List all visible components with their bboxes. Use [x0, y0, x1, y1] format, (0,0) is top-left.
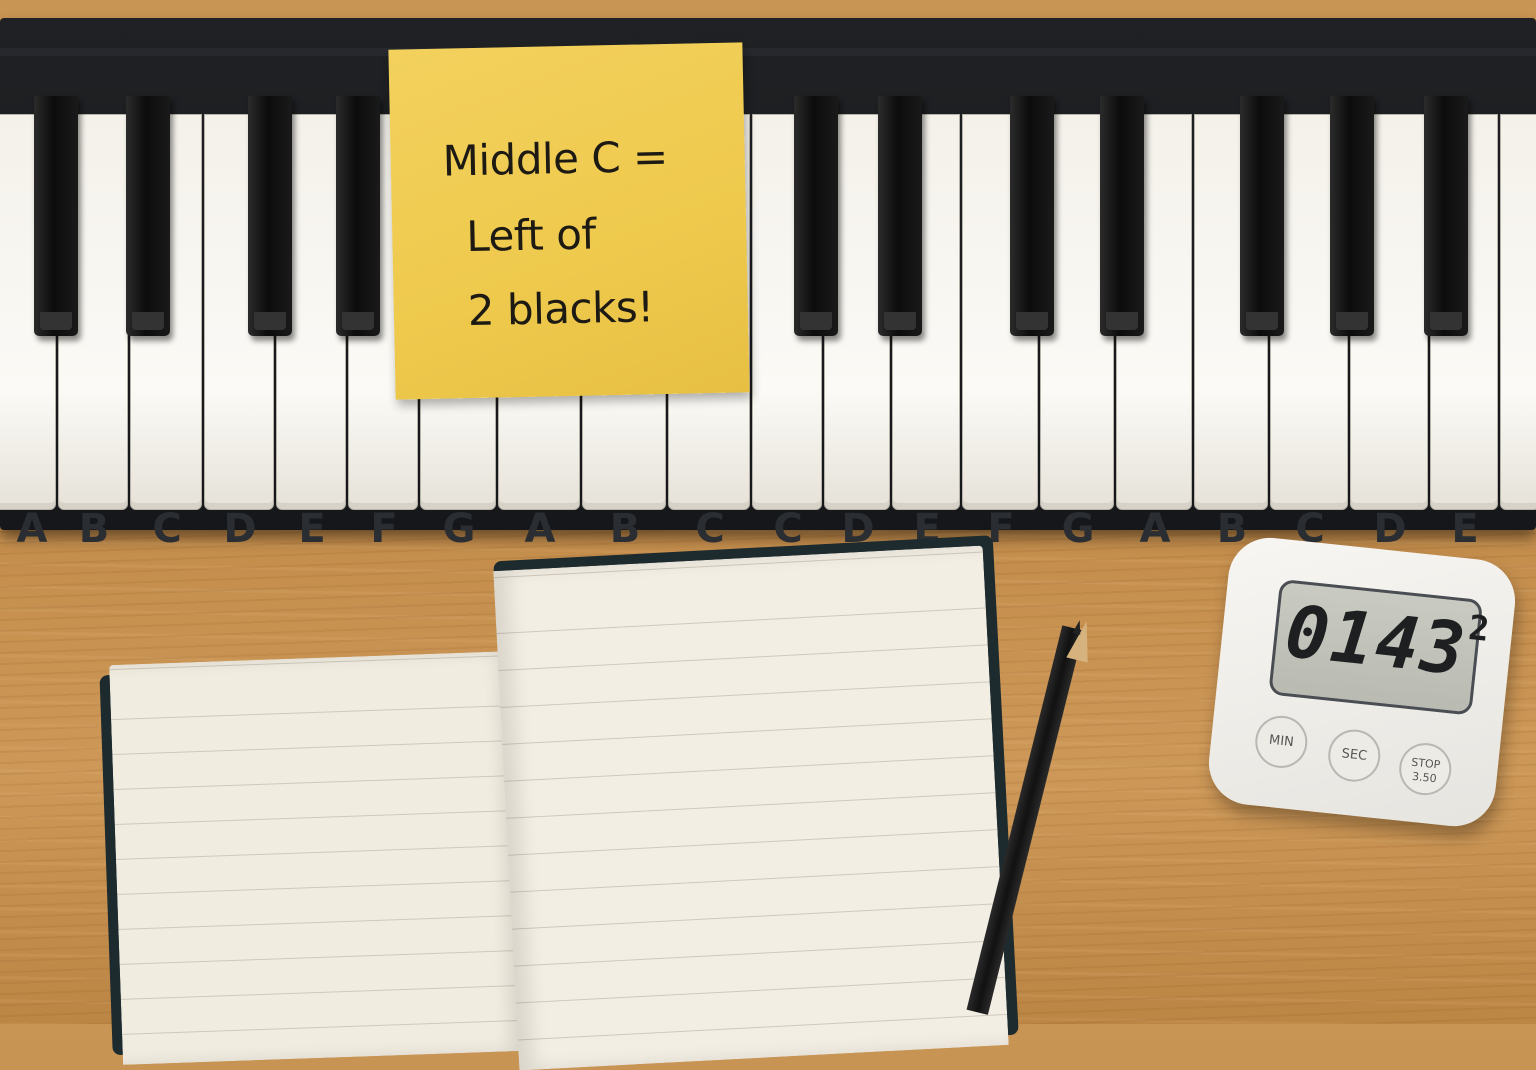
kitchen-timer[interactable]: 01432 MIN SEC STOP 3.50 — [1204, 533, 1520, 831]
black-key[interactable] — [336, 96, 380, 336]
notebook-page-right[interactable] — [493, 545, 1009, 1070]
black-key[interactable] — [248, 96, 292, 336]
black-key[interactable] — [126, 96, 170, 336]
white-key[interactable] — [1500, 114, 1536, 510]
sticky-note-line-2: Left of — [465, 209, 597, 262]
white-key-label: B — [78, 506, 110, 552]
white-key-label: A — [524, 506, 556, 552]
black-key[interactable] — [1010, 96, 1054, 336]
keyboard-rim — [0, 48, 1536, 56]
black-key[interactable] — [878, 96, 922, 336]
sec-button[interactable]: SEC — [1325, 727, 1383, 785]
start-stop-button[interactable]: STOP 3.50 — [1396, 740, 1454, 798]
white-key-label: G — [1061, 506, 1095, 552]
white-key-label: A — [1139, 506, 1171, 552]
sticky-note-line-3: 2 blacks! — [467, 282, 655, 336]
piano-keyboard: ABCDEFGABCCDEFGABCDE — [0, 18, 1536, 552]
timer-digits: 01432 — [1281, 588, 1494, 692]
white-key-label: D — [223, 506, 257, 552]
timer-display: 01432 — [1268, 578, 1494, 716]
min-button[interactable]: MIN — [1252, 713, 1310, 771]
sticky-note-line-1: Middle C = — [442, 131, 669, 186]
black-key[interactable] — [1424, 96, 1468, 336]
white-key-label: C — [695, 506, 725, 552]
white-key-label: A — [16, 506, 48, 552]
black-key[interactable] — [1100, 96, 1144, 336]
timer-digits-superscript: 2 — [1466, 607, 1494, 651]
black-key[interactable] — [1240, 96, 1284, 336]
white-key-label: B — [609, 506, 641, 552]
black-key[interactable] — [1330, 96, 1374, 336]
black-key[interactable] — [794, 96, 838, 336]
timer-digits-main: 0143 — [1281, 588, 1471, 692]
white-keys: ABCDEFGABCCDEFGABCDE — [0, 114, 1536, 552]
sticky-note: Middle C = Left of 2 blacks! — [388, 42, 750, 400]
white-key-label: G — [442, 506, 476, 552]
white-key-label: D — [1373, 506, 1407, 552]
white-key-label: E — [298, 506, 326, 552]
white-key-label: C — [152, 506, 182, 552]
black-key[interactable] — [34, 96, 78, 336]
notebook-page-left[interactable] — [109, 651, 523, 1065]
notebook[interactable] — [99, 535, 1019, 1070]
white-key-label: E — [1451, 506, 1479, 552]
white-key-label: F — [370, 506, 398, 552]
